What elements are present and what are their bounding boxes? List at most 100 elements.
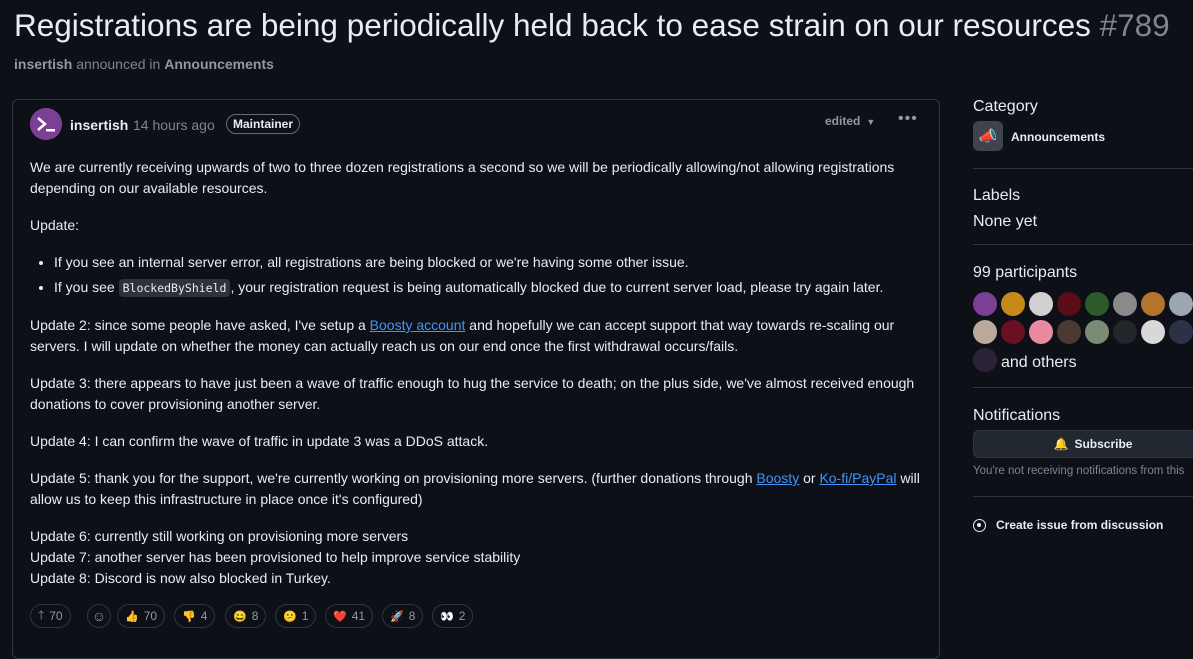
participant-avatar[interactable]: [1169, 320, 1193, 344]
participant-avatar[interactable]: [973, 292, 997, 316]
create-issue-button[interactable]: Create issue from discussion: [973, 518, 1163, 532]
post-author[interactable]: insertish: [70, 117, 128, 133]
edited-dropdown[interactable]: edited ▼: [825, 114, 875, 128]
participant-avatar[interactable]: [1057, 320, 1081, 344]
laugh-icon: 😄: [233, 610, 247, 623]
confused-icon: 😕: [283, 610, 297, 623]
participant-avatar[interactable]: [1141, 320, 1165, 344]
create-issue-label: Create issue from discussion: [996, 518, 1164, 532]
participant-avatar[interactable]: [1085, 292, 1109, 316]
list-item: If you see an internal server error, all…: [54, 252, 925, 273]
heart-icon: ❤️: [333, 610, 347, 623]
post-body: We are currently receiving upwards of tw…: [30, 157, 925, 605]
participant-avatar[interactable]: [1113, 292, 1137, 316]
paragraph-update-5: Update 5: thank you for the support, we'…: [30, 468, 925, 510]
participant-avatar[interactable]: [1169, 292, 1193, 316]
u2-pre: Update 2: since some people have asked, …: [30, 317, 370, 333]
discussion-meta: insertish announced in Announcements: [14, 56, 274, 72]
arrow-up-icon: 🡑: [38, 607, 45, 622]
reaction-eyes[interactable]: 👀 2: [432, 604, 474, 628]
participant-avatar[interactable]: [1001, 292, 1025, 316]
discussion-post: insertish 14 hours ago Maintainer edited…: [12, 99, 940, 659]
reaction-thumbs-up[interactable]: 👍 70: [117, 604, 166, 628]
bell-icon: 🔔: [1053, 437, 1069, 451]
category-link[interactable]: Announcements: [1011, 130, 1105, 144]
li2-post: , your registration request is being aut…: [230, 279, 884, 295]
sidebar-divider: [973, 496, 1193, 497]
add-reaction-smiley-icon[interactable]: ☺: [87, 604, 111, 628]
author-avatar[interactable]: [30, 108, 62, 140]
reaction-count: 1: [301, 609, 309, 623]
update-7: Update 7: another server has been provis…: [30, 549, 521, 565]
reaction-count: 2: [458, 609, 466, 623]
subscribe-label: Subscribe: [1074, 437, 1133, 451]
and-others-link[interactable]: and others: [1001, 354, 1193, 372]
thumbs-up-icon: 👍: [125, 610, 139, 623]
update-6: Update 6: currently still working on pro…: [30, 528, 409, 544]
reaction-rocket[interactable]: 🚀 8: [382, 604, 424, 628]
sidebar-divider: [973, 168, 1193, 169]
participant-avatar[interactable]: [1141, 292, 1165, 316]
title-text: Registrations are being periodically hel…: [14, 7, 1091, 43]
li2-pre: If you see: [54, 279, 119, 295]
meta-category-link[interactable]: Announcements: [164, 56, 274, 72]
update-list: If you see an internal server error, all…: [30, 252, 925, 299]
category-heading: Category: [973, 98, 1038, 115]
reaction-count: 70: [143, 609, 158, 623]
paragraph-update-4: Update 4: I can confirm the wave of traf…: [30, 433, 489, 449]
paragraph-update-2: Update 2: since some people have asked, …: [30, 315, 925, 357]
reaction-thumbs-down[interactable]: 👎 4: [174, 604, 216, 628]
meta-author-link[interactable]: insertish: [14, 56, 72, 72]
blocked-by-shield-code: BlockedByShield: [118, 279, 231, 297]
update-label: Update:: [30, 217, 80, 233]
kofi-paypal-link[interactable]: Ko-fi/PayPal: [819, 470, 896, 486]
participant-avatar[interactable]: [1057, 292, 1081, 316]
participant-avatar[interactable]: [1029, 320, 1053, 344]
reaction-heart[interactable]: ❤️ 41: [325, 604, 374, 628]
paragraph-intro: We are currently receiving upwards of tw…: [30, 159, 895, 196]
labels-heading: Labels: [973, 187, 1021, 204]
boosty-account-link[interactable]: Boosty account: [370, 317, 466, 333]
kebab-menu-icon[interactable]: •••: [898, 110, 918, 128]
participant-avatar[interactable]: [1085, 320, 1109, 344]
participant-avatar[interactable]: [973, 348, 997, 372]
maintainer-badge: Maintainer: [226, 114, 301, 134]
boosty-link[interactable]: Boosty: [756, 470, 799, 486]
reaction-count: 4: [200, 609, 208, 623]
participant-avatar[interactable]: [1113, 320, 1137, 344]
reaction-count: 41: [351, 609, 366, 623]
participants-heading: 99 participants: [973, 264, 1078, 281]
reaction-count: 8: [408, 609, 416, 623]
sidebar-divider: [973, 387, 1193, 388]
labels-value: None yet: [973, 213, 1038, 230]
update-8: Update 8: Discord is now also blocked in…: [30, 570, 331, 586]
post-timestamp[interactable]: 14 hours ago: [133, 117, 215, 133]
caret-down-icon: ▼: [866, 117, 876, 127]
meta-announced-text: announced in: [76, 56, 161, 72]
list-item: If you see BlockedByShield, your registr…: [54, 277, 925, 299]
issue-opened-icon: [973, 518, 986, 532]
participant-avatar[interactable]: [1029, 292, 1053, 316]
upvote-button[interactable]: 🡑 70: [30, 604, 71, 628]
reaction-count: 8: [251, 609, 259, 623]
thumbs-down-icon: 👎: [182, 610, 196, 623]
megaphone-icon: 📣: [973, 121, 1003, 151]
reaction-laugh[interactable]: 😄 8: [225, 604, 267, 628]
participant-avatar[interactable]: [973, 320, 997, 344]
edited-label: edited: [825, 114, 861, 128]
u5-mid: or: [799, 470, 820, 486]
paragraph-updates-6-8: Update 6: currently still working on pro…: [30, 526, 925, 589]
reaction-confused[interactable]: 😕 1: [275, 604, 317, 628]
subscribe-button[interactable]: 🔔 Subscribe: [973, 430, 1193, 458]
notification-status: You're not receiving notifications from …: [973, 465, 1185, 477]
u5-pre: Update 5: thank you for the support, we'…: [30, 470, 757, 486]
eyes-icon: 👀: [440, 610, 454, 623]
paragraph-update-3: Update 3: there appears to have just bee…: [30, 375, 915, 412]
discussion-number: #789: [1099, 7, 1170, 43]
sidebar-divider: [973, 244, 1193, 245]
participant-avatar[interactable]: [1001, 320, 1025, 344]
notifications-heading: Notifications: [973, 407, 1061, 424]
discussion-title: Registrations are being periodically hel…: [14, 5, 1170, 45]
rocket-icon: 🚀: [390, 610, 404, 623]
upvote-count: 70: [49, 609, 63, 623]
